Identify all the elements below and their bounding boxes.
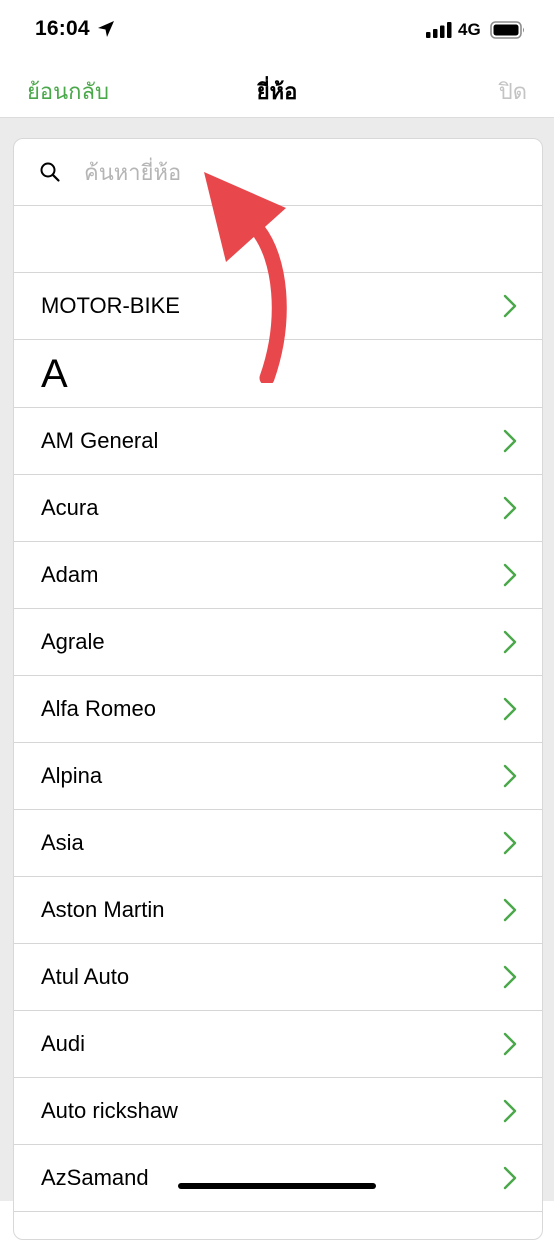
list-item-label: Adam (41, 562, 99, 587)
close-button[interactable]: ปิด (499, 74, 527, 109)
chevron-right-icon (503, 1032, 517, 1056)
list-item[interactable]: AzSamand (14, 1145, 542, 1212)
list-item[interactable]: Atul Auto (14, 944, 542, 1011)
list-item-label: Audi (41, 1031, 86, 1056)
chevron-right-icon (503, 764, 517, 788)
list-item-label: Alfa Romeo (41, 696, 156, 721)
list-item[interactable]: Alfa Romeo (14, 676, 542, 743)
list-item-label: Alpina (41, 763, 103, 788)
list-item[interactable]: AM General (14, 408, 542, 475)
chevron-right-icon (503, 1099, 517, 1123)
list-item-label: Acura (41, 495, 99, 520)
chevron-right-icon (503, 294, 517, 318)
list-item[interactable]: Agrale (14, 609, 542, 676)
list-item-label: Auto rickshaw (41, 1098, 178, 1123)
list-item[interactable]: Auto rickshaw (14, 1078, 542, 1145)
list-item[interactable]: Asia (14, 810, 542, 877)
list-item[interactable]: Aston Martin (14, 877, 542, 944)
network-label: 4G (458, 20, 481, 39)
chevron-right-icon (503, 496, 517, 520)
section-header-label: A (41, 352, 68, 396)
list-item[interactable]: Audi (14, 1011, 542, 1078)
list-item[interactable]: Adam (14, 542, 542, 609)
status-time: 16:04 (35, 17, 90, 40)
chevron-right-icon (503, 1166, 517, 1190)
chevron-right-icon (503, 831, 517, 855)
list-item-label: Asia (41, 830, 84, 855)
list-item-label: Aston Martin (41, 897, 165, 922)
list-item[interactable]: Alpina (14, 743, 542, 810)
list-item-label: Agrale (41, 629, 105, 654)
status-bar: 16:04 4G (0, 0, 554, 60)
section-header-a: A (14, 340, 542, 408)
brand-list: MOTOR-BIKE A AM General Acura Adam Agral… (14, 273, 542, 1212)
list-item-label: AzSamand (41, 1165, 149, 1190)
chevron-right-icon (503, 965, 517, 989)
chevron-right-icon (503, 630, 517, 654)
chevron-right-icon (503, 898, 517, 922)
list-item-label: AM General (41, 428, 159, 453)
list-item-motor-bike[interactable]: MOTOR-BIKE (14, 273, 542, 340)
chevron-right-icon (503, 697, 517, 721)
empty-row (14, 205, 542, 273)
back-button[interactable]: ย้อนกลับ (27, 74, 109, 109)
list-item[interactable]: Acura (14, 475, 542, 542)
location-arrow-icon (98, 21, 114, 37)
list-item-label: MOTOR-BIKE (41, 293, 180, 318)
list-item-label: Atul Auto (41, 964, 130, 989)
search-input[interactable] (82, 153, 506, 193)
chevron-right-icon (503, 429, 517, 453)
chevron-right-icon (503, 563, 517, 587)
nav-bar: ย้อนกลับ ยี่ห้อ ปิด (0, 60, 554, 117)
home-indicator (178, 1183, 376, 1189)
search-bar (14, 139, 542, 206)
signal-icon (426, 22, 452, 38)
battery-icon (490, 21, 524, 39)
brand-list-card: MOTOR-BIKE A AM General Acura Adam Agral… (13, 138, 543, 1240)
search-icon (40, 162, 60, 182)
